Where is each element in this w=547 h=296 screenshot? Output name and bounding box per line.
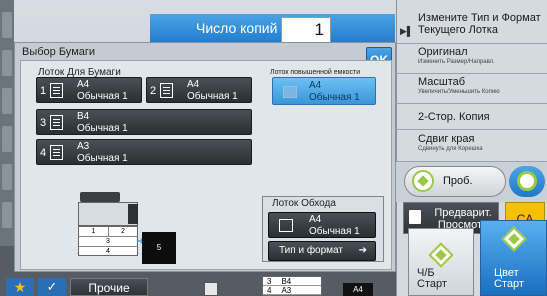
tray-1-button[interactable]: 1 A4 Обычная 1: [36, 77, 142, 103]
tray-mini-size: A3: [281, 286, 292, 295]
tray-type: Обычная 1: [77, 123, 128, 134]
menu-title: Измените Тип и Формат Текущего Лотка: [418, 12, 541, 36]
bypass-tray-label: Лоток Обхода: [272, 198, 336, 209]
preview-icon: [409, 210, 421, 224]
tray-number: 4: [40, 147, 47, 159]
tray-mini-num: 4: [267, 286, 272, 295]
tray-size: A3: [77, 141, 90, 152]
mini-machine-icon: [204, 282, 218, 296]
tray-number: 2: [150, 85, 157, 97]
color-start-label: Цвет Старт: [494, 268, 524, 290]
tray-size: A4: [77, 79, 90, 90]
other-button[interactable]: Прочие: [70, 278, 148, 296]
menu-title: 2-Стор. Копия: [418, 111, 490, 123]
tray-size: A4: [187, 79, 200, 90]
drawer-label: 1: [91, 228, 96, 235]
drawer-label: 3: [79, 237, 137, 247]
menu-original[interactable]: Оригинал Изменить Размер/Направл.: [396, 44, 547, 74]
tray-status-mini: 3 B4 4 A3: [262, 276, 322, 296]
output-size-mini: A4: [343, 283, 373, 296]
drawer-label: 2: [108, 227, 137, 236]
menu-zoom[interactable]: Масштаб Увеличить/Уменьшить Копию: [396, 74, 547, 104]
copies-input[interactable]: 1: [281, 17, 331, 43]
tray-size: A4: [309, 214, 322, 225]
menu-title: Сдвиг края: [418, 133, 475, 145]
menu-subtitle: Сдвинуть для Корешка: [418, 146, 483, 152]
tray-icon: [50, 115, 63, 130]
checkmark-icon[interactable]: ✓: [38, 278, 66, 296]
bw-start-label: Ч/Б Старт: [417, 268, 447, 290]
tray-mini-num: 3: [267, 277, 272, 286]
tray-number: 1: [40, 85, 47, 97]
tray-icon: [50, 83, 63, 98]
tray-icon: [283, 86, 297, 98]
tray-type: Обычная 1: [77, 153, 128, 164]
tray-type: Обычная 1: [309, 92, 360, 103]
tray-mini-size: B4: [281, 277, 292, 286]
dialog-title: Выбор Бумаги: [22, 46, 96, 58]
tray-size: A4: [309, 80, 322, 91]
menu-title: Масштаб: [418, 76, 466, 88]
bypass-tray-icon: [279, 219, 293, 232]
high-capacity-tray-button[interactable]: A4 Обычная 1: [272, 77, 376, 105]
menu-title: Оригинал: [418, 46, 468, 58]
tray-icon: [50, 145, 63, 160]
drawer-label: 4: [106, 248, 110, 255]
start-diamond-icon: [412, 170, 434, 192]
menu-margin-shift[interactable]: Сдвиг края Сдвинуть для Корешка: [396, 130, 547, 162]
tray-number: 3: [40, 117, 47, 129]
tray-size: B4: [77, 111, 90, 122]
tray-icon: [160, 83, 173, 98]
proof-color-button[interactable]: [509, 166, 545, 197]
menu-subtitle: Изменить Размер/Направл.: [418, 59, 495, 65]
type-format-label: Тип и формат: [279, 245, 343, 256]
machine-drawers: 1 2 3 4: [78, 226, 138, 256]
color-start-line2: Старт: [494, 278, 524, 290]
arrow-right-icon: ➔: [358, 245, 367, 256]
tray-4-button[interactable]: 4 A3 Обычная 1: [36, 139, 252, 165]
bypass-tray-button[interactable]: A4 Обычная 1: [268, 212, 376, 238]
tray-2-button[interactable]: 2 A4 Обычная 1: [146, 77, 252, 103]
machine-scanner: [80, 192, 120, 202]
tray-type: Обычная 1: [77, 91, 128, 102]
copies-label: Число копий: [196, 20, 278, 36]
machine-panel: [128, 204, 138, 224]
tray-type: Обычная 1: [187, 91, 238, 102]
left-tab-strip: [0, 0, 14, 270]
menu-tray-settings[interactable]: Измените Тип и Формат Текущего Лотка: [396, 12, 547, 44]
high-capacity-tray-label: Лоток повышенной емкости: [270, 69, 361, 76]
menu-duplex[interactable]: 2-Стор. Копия: [396, 104, 547, 130]
favorite-star-icon[interactable]: ★: [6, 278, 34, 296]
machine-output-tray: 5: [142, 232, 176, 264]
type-format-button[interactable]: Тип и формат ➔: [268, 241, 376, 261]
bw-start-line2: Старт: [417, 278, 447, 290]
menu-subtitle: Увеличить/Уменьшить Копию: [418, 89, 500, 95]
tray-type: Обычная 1: [309, 226, 360, 237]
tray-3-button[interactable]: 3 B4 Обычная 1: [36, 109, 252, 135]
